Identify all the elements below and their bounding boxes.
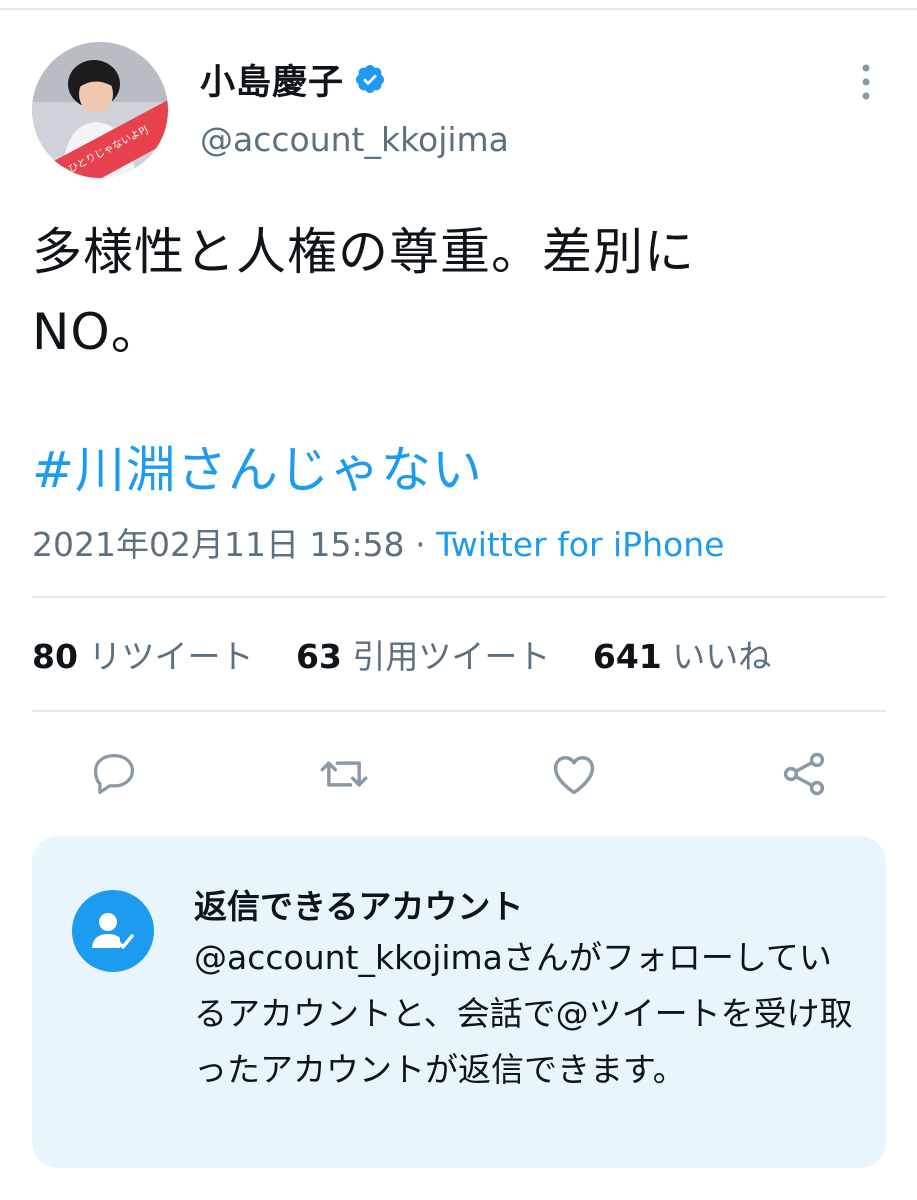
- reply-restriction-body: @account_kkojimaさんがフォローしているアカウントと、会話で@ツイ…: [194, 938, 853, 1089]
- author-handle[interactable]: @account_kkojima: [200, 120, 509, 159]
- avatar-image: #ひとりじゃないよPJ: [32, 42, 168, 178]
- reply-restriction-title: 返信できるアカウント: [194, 887, 524, 926]
- share-icon[interactable]: [778, 748, 830, 800]
- stats-top-divider: [32, 596, 886, 598]
- tweet-source-link[interactable]: Twitter for iPhone: [436, 525, 724, 564]
- retweets-count: 80: [32, 637, 78, 676]
- reply-icon[interactable]: [88, 748, 140, 800]
- stats-bottom-divider: [32, 710, 886, 712]
- user-check-icon: [72, 890, 154, 972]
- likes-stat[interactable]: 641 いいね: [593, 637, 771, 676]
- more-options-icon[interactable]: [852, 60, 880, 104]
- likes-label: いいね: [672, 637, 772, 676]
- tweet-meta: 2021年02月11日 15:58 · Twitter for iPhone: [32, 518, 724, 566]
- likes-count: 641: [592, 637, 662, 676]
- author-name-row[interactable]: 小島慶子: [200, 54, 386, 104]
- top-divider: [0, 8, 917, 10]
- verified-badge-icon: [356, 65, 385, 93]
- author-name[interactable]: 小島慶子: [200, 54, 344, 105]
- quotes-count: 63: [295, 637, 342, 676]
- quotes-stat[interactable]: 63 引用ツイート: [296, 637, 561, 676]
- retweet-icon[interactable]: [318, 748, 370, 800]
- tweet-timestamp[interactable]: 2021年02月11日 15:58: [32, 525, 405, 564]
- like-icon[interactable]: [548, 748, 600, 800]
- avatar[interactable]: #ひとりじゃないよPJ: [32, 42, 168, 178]
- hashtag-link[interactable]: #川淵さんじゃない: [32, 430, 483, 502]
- quotes-label: 引用ツイート: [352, 637, 551, 676]
- retweets-stat[interactable]: 80 リツイート: [32, 637, 264, 676]
- retweets-label: リツイート: [88, 637, 254, 676]
- tweet-text: 多様性と人権の尊重。差別に NO。: [32, 223, 695, 361]
- reply-restriction-panel: 返信できるアカウント @account_kkojimaさんがフォローしているアカ…: [32, 836, 886, 1168]
- meta-separator: ·: [415, 525, 426, 564]
- tweet-stats: 80 リツイート 63 引用ツイート 641 いいね: [32, 630, 803, 678]
